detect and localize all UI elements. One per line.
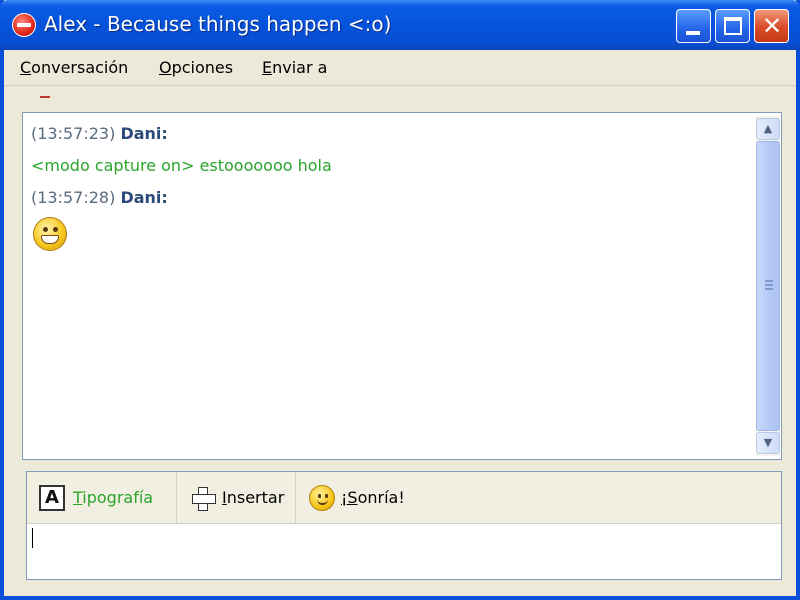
- menu-enviar-a-accel: E: [262, 58, 273, 77]
- minimize-button[interactable]: [676, 9, 711, 43]
- typography-label-rest: ipografía: [82, 488, 154, 507]
- insert-label-rest: nsertar: [226, 488, 285, 507]
- message-header: (13:57:28) Dani:: [31, 183, 751, 215]
- typing-indicator: [40, 96, 50, 98]
- menu-enviar-a-label: nviar a: [272, 58, 328, 77]
- chat-window: Alex - Because things happen <:o) ✕ Conv…: [0, 0, 800, 600]
- smiley-eye-right: [53, 227, 58, 232]
- smile-accel: ¡S: [341, 488, 358, 507]
- smiley-icon: [309, 485, 335, 511]
- menu-enviar-a[interactable]: Enviar a: [262, 58, 327, 77]
- menu-conversacion-label: onversación: [31, 58, 129, 77]
- menu-conversacion[interactable]: Conversación: [20, 58, 128, 77]
- insert-button[interactable]: Insertar: [178, 472, 296, 523]
- message-timestamp: (13:57:23): [31, 124, 116, 143]
- title-bar[interactable]: Alex - Because things happen <:o) ✕: [0, 0, 800, 50]
- message-sender: Dani:: [120, 124, 168, 143]
- close-icon: ✕: [762, 12, 783, 40]
- compose-toolbar: A Tipografía Insertar ¡Sonría!: [27, 472, 781, 524]
- scroll-down-button[interactable]: ▼: [756, 432, 780, 454]
- conversation-history[interactable]: (13:57:23) Dani: <modo capture on> estoo…: [22, 112, 782, 460]
- message-sender: Dani:: [120, 188, 168, 207]
- app-status-icon[interactable]: [12, 13, 36, 37]
- scroll-grip-icon: [765, 280, 773, 292]
- maximize-button[interactable]: [715, 9, 750, 43]
- text-caret: [32, 528, 33, 548]
- message-header: (13:57:23) Dani:: [31, 119, 751, 151]
- message-list: (13:57:23) Dani: <modo capture on> estoo…: [31, 119, 751, 251]
- vertical-scrollbar[interactable]: ▲ ▼: [756, 116, 780, 456]
- typography-button[interactable]: A Tipografía: [27, 472, 177, 523]
- grin-smiley-icon: [33, 217, 67, 251]
- smile-button[interactable]: ¡Sonría!: [297, 472, 417, 523]
- font-icon: A: [39, 485, 65, 511]
- menu-opciones-accel: O: [159, 58, 172, 77]
- message-text: <modo capture on> estooooooo hola: [31, 156, 332, 175]
- plus-icon: [192, 487, 216, 511]
- scroll-up-button[interactable]: ▲: [756, 118, 780, 140]
- menu-bar: Conversación Opciones Enviar a: [4, 50, 796, 86]
- scroll-thumb[interactable]: [756, 141, 780, 431]
- message-timestamp: (13:57:28): [31, 188, 116, 207]
- smiley-eye-left: [43, 227, 48, 232]
- close-button[interactable]: ✕: [754, 9, 789, 43]
- maximize-icon: [724, 17, 742, 35]
- smiley-mouth: [317, 499, 328, 505]
- smiley-eye-right: [325, 494, 328, 498]
- message-input[interactable]: [27, 525, 781, 579]
- menu-opciones[interactable]: Opciones: [159, 58, 233, 77]
- window-title: Alex - Because things happen <:o): [44, 12, 392, 36]
- smile-label-rest: onría!: [357, 488, 405, 507]
- insert-label: Insertar: [222, 472, 284, 523]
- menu-opciones-label: pciones: [171, 58, 234, 77]
- smiley-eye-left: [318, 494, 321, 498]
- compose-panel: A Tipografía Insertar ¡Sonría!: [26, 471, 782, 580]
- minimize-icon: [686, 31, 700, 35]
- typography-label: Tipografía: [73, 472, 153, 523]
- menu-conversacion-accel: C: [20, 58, 32, 77]
- smiley-mouth: [41, 235, 59, 244]
- typography-accel: T: [73, 488, 83, 507]
- smile-label: ¡Sonría!: [341, 472, 405, 523]
